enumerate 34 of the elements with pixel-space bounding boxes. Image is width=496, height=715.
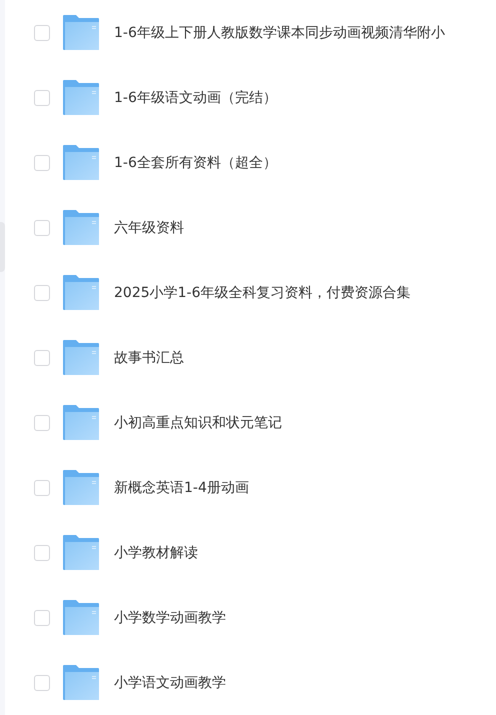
checkbox[interactable] [34,610,50,626]
folder-name[interactable]: 小学数学动画教学 [114,608,226,626]
checkbox[interactable] [34,220,50,236]
folder-name[interactable]: 小学语文动画教学 [114,674,226,692]
checkbox[interactable] [34,350,50,366]
checkbox[interactable] [34,284,50,300]
folder-icon [63,405,99,440]
side-handle[interactable] [0,222,5,272]
checkbox[interactable] [34,154,50,170]
folder-icon [63,145,99,180]
checkbox[interactable] [34,414,50,430]
folder-icon [63,470,99,505]
folder-name[interactable]: 2025小学1-6年级全科复习资料，付费资源合集 [114,284,410,302]
folder-icon [63,600,99,635]
checkbox[interactable] [34,544,50,560]
folder-icon [63,535,99,570]
folder-icon [63,15,99,50]
folder-name[interactable]: 故事书汇总 [114,348,184,366]
checkbox[interactable] [34,24,50,40]
checkbox[interactable] [34,674,50,690]
folder-icon [63,340,99,375]
folder-name[interactable]: 小初高重点知识和状元笔记 [114,414,282,432]
checkbox[interactable] [34,90,50,106]
folder-name[interactable]: 1-6年级语文动画（完结） [114,88,277,106]
folder-name[interactable]: 1-6年级上下册人教版数学课本同步动画视频清华附小 [114,24,445,42]
folder-icon [63,275,99,310]
folder-icon [63,210,99,245]
checkbox[interactable] [34,480,50,496]
folder-name[interactable]: 小学教材解读 [114,544,198,562]
folder-name[interactable]: 六年级资料 [114,218,184,236]
folder-icon [63,80,99,115]
folder-name[interactable]: 1-6全套所有资料（超全） [114,154,277,172]
folder-icon [63,665,99,700]
folder-name[interactable]: 新概念英语1-4册动画 [114,478,249,496]
